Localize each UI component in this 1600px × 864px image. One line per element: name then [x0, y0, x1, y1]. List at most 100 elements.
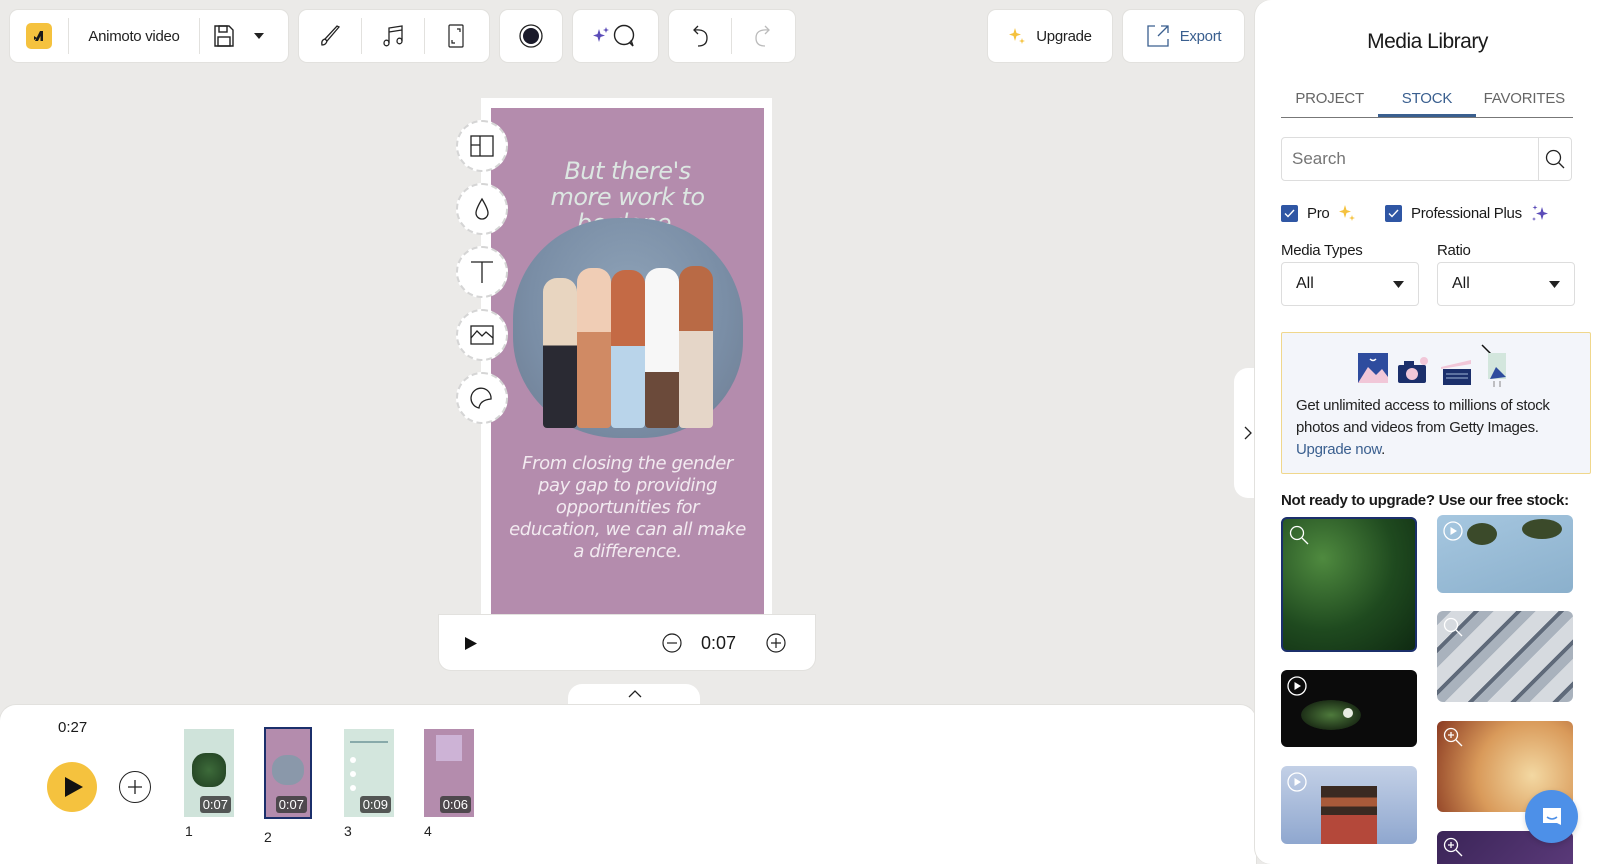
zoom-preview-icon[interactable]: [1289, 525, 1309, 545]
professional-plus-label: Professional Plus: [1411, 204, 1522, 222]
promo-text: Get unlimited access to millions of stoc…: [1296, 397, 1550, 458]
add-scene-button[interactable]: [119, 771, 151, 803]
image-tool-button[interactable]: [456, 309, 508, 361]
sparkle-chat-icon: [592, 23, 640, 49]
scene-thumbnail-1[interactable]: 0:07: [184, 729, 234, 817]
preview-playbar: 0:07: [439, 615, 815, 670]
export-label: Export: [1179, 27, 1222, 45]
sparkle-icon: [1008, 27, 1026, 45]
sparkle-icon: [1339, 205, 1356, 221]
scene-thumbnail-3[interactable]: 0:09: [344, 729, 394, 817]
panel-title: Media Library: [1367, 30, 1488, 53]
media-types-select[interactable]: All: [1281, 262, 1419, 306]
design-brush-icon[interactable]: [299, 10, 361, 62]
stock-thumb-pagoda[interactable]: [1281, 766, 1417, 844]
scene-thumbnail-4[interactable]: 0:06: [424, 729, 474, 817]
scene-number: 2: [264, 829, 272, 845]
tab-project[interactable]: PROJECT: [1281, 82, 1378, 117]
tab-favorites[interactable]: FAVORITES: [1476, 82, 1573, 117]
sparkle-icon: [1531, 205, 1548, 221]
media-library-panel: Media Library PROJECT STOCK FAVORITES Pr…: [1255, 0, 1600, 864]
slide-photo[interactable]: [513, 218, 743, 438]
music-note-icon[interactable]: [362, 10, 424, 62]
record-icon: [519, 24, 543, 48]
play-video-icon[interactable]: [1443, 521, 1463, 541]
project-name[interactable]: Animoto video: [69, 28, 199, 45]
history-group: [669, 10, 795, 62]
color-tool-button[interactable]: [456, 183, 508, 235]
scene-thumbnail-2[interactable]: 0:07: [264, 727, 312, 819]
search-icon: [1545, 149, 1565, 169]
play-all-button[interactable]: [47, 762, 97, 812]
professional-plus-filter-checkbox[interactable]: Professional Plus: [1385, 204, 1549, 222]
export-icon: [1146, 24, 1170, 48]
plus-circle-icon: [766, 633, 786, 653]
upgrade-button[interactable]: Upgrade: [988, 10, 1112, 62]
upgrade-now-link[interactable]: Upgrade now: [1296, 441, 1381, 458]
caret-down-icon[interactable]: [248, 10, 270, 62]
export-button[interactable]: Export: [1123, 10, 1244, 62]
redo-icon[interactable]: [732, 10, 794, 62]
stock-thumb-basil[interactable]: [1281, 517, 1417, 652]
chat-bubble-icon: [1542, 807, 1561, 825]
zoom-preview-icon[interactable]: [1443, 837, 1463, 857]
aspect-ratio-icon[interactable]: [425, 10, 487, 62]
text-icon: [471, 261, 493, 283]
upgrade-label: Upgrade: [1036, 27, 1092, 45]
scene-duration: 0:07: [701, 633, 737, 653]
preview-play-button[interactable]: [461, 633, 481, 653]
ai-assistant-button[interactable]: [573, 10, 658, 62]
color-drop-icon: [475, 197, 489, 220]
slide-canvas[interactable]: But there's more work to be done. From c…: [491, 108, 764, 616]
scene-duration-badge: 0:09: [359, 796, 391, 813]
media-tools-group: [299, 10, 489, 62]
caret-down-icon: [1549, 280, 1560, 288]
stock-thumb-white-flower[interactable]: [1281, 670, 1417, 747]
ratio-select[interactable]: All: [1437, 262, 1575, 306]
zoom-in-button[interactable]: [765, 632, 787, 654]
search-button[interactable]: [1538, 138, 1571, 180]
ratio-value: All: [1452, 275, 1470, 292]
animoto-logo-icon[interactable]: [10, 23, 68, 49]
pro-label: Pro: [1307, 204, 1330, 222]
play-video-icon[interactable]: [1287, 772, 1307, 792]
scene-number: 1: [185, 823, 193, 839]
scene-number: 3: [344, 823, 352, 839]
promo-message: Get unlimited access to millions of stoc…: [1296, 397, 1550, 436]
help-chat-button[interactable]: [1525, 790, 1578, 843]
sticker-tool-button[interactable]: [456, 372, 508, 424]
undo-icon[interactable]: [669, 10, 731, 62]
record-button[interactable]: [500, 10, 562, 62]
layout-tool-button[interactable]: [456, 120, 508, 172]
stock-thumb-overpass[interactable]: [1437, 611, 1573, 702]
pro-filter-checkbox[interactable]: Pro: [1281, 204, 1356, 222]
ratio-label: Ratio: [1437, 242, 1471, 259]
plus-icon: [128, 780, 142, 794]
play-video-icon[interactable]: [1287, 676, 1307, 696]
scene-duration-badge: 0:07: [199, 796, 231, 813]
stock-thumb-palm-trees[interactable]: [1437, 515, 1573, 593]
chevron-up-icon: [628, 690, 642, 698]
chevron-right-icon: [1244, 426, 1252, 440]
zoom-preview-icon[interactable]: [1443, 727, 1463, 747]
stock-illustration-icons: [1358, 344, 1506, 387]
search-input[interactable]: [1282, 138, 1538, 180]
total-duration: 0:27: [58, 719, 88, 736]
slide-body-text[interactable]: From closing the gender pay gap to provi…: [491, 453, 764, 563]
minus-circle-icon: [662, 633, 682, 653]
zoom-out-button[interactable]: [661, 632, 683, 654]
play-icon: [65, 777, 83, 797]
media-tabs: PROJECT STOCK FAVORITES: [1281, 82, 1573, 118]
upgrade-promo-card: Get unlimited access to millions of stoc…: [1281, 332, 1591, 474]
scene-duration-badge: 0:07: [275, 796, 307, 813]
tab-stock[interactable]: STOCK: [1378, 82, 1476, 117]
free-stock-heading: Not ready to upgrade? Use our free stock…: [1281, 492, 1569, 509]
search-box: [1281, 137, 1572, 181]
floppy-disk-icon[interactable]: [200, 10, 248, 62]
zoom-preview-icon[interactable]: [1443, 617, 1463, 637]
caret-down-icon: [1393, 280, 1404, 288]
image-icon: [470, 325, 494, 345]
media-types-label: Media Types: [1281, 242, 1363, 259]
media-types-value: All: [1296, 275, 1314, 292]
text-tool-button[interactable]: [456, 246, 508, 298]
